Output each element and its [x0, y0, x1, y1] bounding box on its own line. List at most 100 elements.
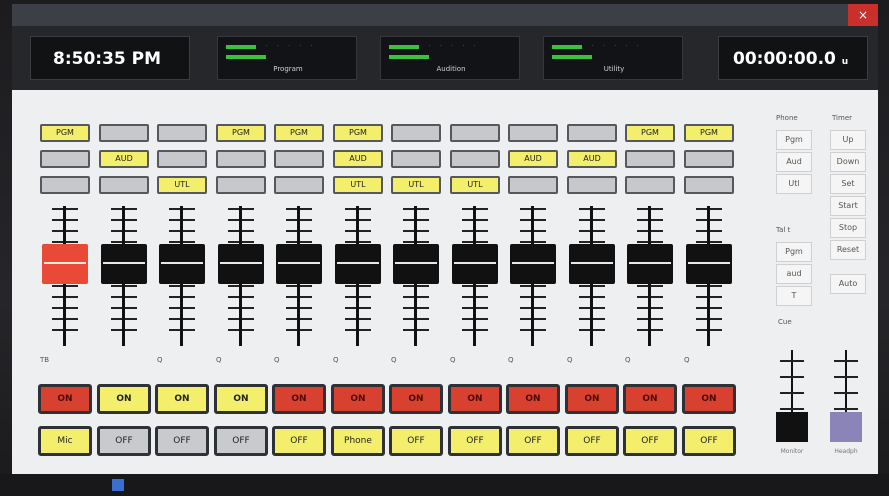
- assign-aud-button[interactable]: [684, 150, 734, 168]
- assign-pgm-button[interactable]: PGM: [40, 124, 90, 142]
- timer-set-button[interactable]: Set: [830, 174, 866, 194]
- timer-start-button[interactable]: Start: [830, 196, 866, 216]
- timer-down-button[interactable]: Down: [830, 152, 866, 172]
- fader-knob[interactable]: [452, 244, 498, 284]
- fader-knob[interactable]: [159, 244, 205, 284]
- assign-utl-button[interactable]: UTL: [157, 176, 207, 194]
- channel-on-button[interactable]: ON: [331, 384, 385, 414]
- assign-utl-button[interactable]: [216, 176, 266, 194]
- assign-pgm-button[interactable]: PGM: [274, 124, 324, 142]
- fader-knob[interactable]: [510, 244, 556, 284]
- fader-knob[interactable]: [776, 412, 808, 442]
- channel-on-button[interactable]: ON: [506, 384, 560, 414]
- fader-knob[interactable]: [218, 244, 264, 284]
- assign-aud-button[interactable]: [625, 150, 675, 168]
- close-icon[interactable]: ×: [848, 4, 878, 26]
- assign-aud-button[interactable]: AUD: [333, 150, 383, 168]
- channel-on-button[interactable]: ON: [155, 384, 209, 414]
- assign-utl-button[interactable]: UTL: [333, 176, 383, 194]
- fader-knob[interactable]: [686, 244, 732, 284]
- timer-reset-button[interactable]: Reset: [830, 240, 866, 260]
- assign-utl-button[interactable]: [625, 176, 675, 194]
- assign-utl-button[interactable]: [40, 176, 90, 194]
- assign-utl-button[interactable]: [567, 176, 617, 194]
- channel-strip: UTL Q ON OFF: [448, 90, 502, 474]
- assign-utl-button[interactable]: [684, 176, 734, 194]
- channel-off-button[interactable]: OFF: [155, 426, 209, 456]
- assign-aud-button[interactable]: [274, 150, 324, 168]
- assign-pgm-button[interactable]: [99, 124, 149, 142]
- assign-utl-button[interactable]: [99, 176, 149, 194]
- assign-aud-button[interactable]: [40, 150, 90, 168]
- channel-on-button[interactable]: ON: [623, 384, 677, 414]
- assign-pgm-button[interactable]: PGM: [684, 124, 734, 142]
- talkback-header: Tal t: [776, 226, 791, 234]
- channel-off-button[interactable]: OFF: [272, 426, 326, 456]
- fader-knob[interactable]: [276, 244, 322, 284]
- assign-pgm-button[interactable]: PGM: [216, 124, 266, 142]
- talkback-pgm-button[interactable]: Pgm: [776, 242, 812, 262]
- channel-on-button[interactable]: ON: [448, 384, 502, 414]
- channel-strip: AUD Q ON OFF: [506, 90, 560, 474]
- timer-up-button[interactable]: Up: [830, 130, 866, 150]
- channel-off-button[interactable]: OFF: [565, 426, 619, 456]
- channel-off-button[interactable]: OFF: [97, 426, 151, 456]
- assign-utl-button[interactable]: [508, 176, 558, 194]
- channel-on-button[interactable]: ON: [97, 384, 151, 414]
- phone-utl-button[interactable]: Utl: [776, 174, 812, 194]
- channel-off-button[interactable]: OFF: [623, 426, 677, 456]
- channel-on-button[interactable]: ON: [389, 384, 443, 414]
- channel-strip: PGM AUD UTL Q ON Phone: [331, 90, 385, 474]
- assign-pgm-button[interactable]: [508, 124, 558, 142]
- channel-off-button[interactable]: OFF: [506, 426, 560, 456]
- channel-on-button[interactable]: ON: [272, 384, 326, 414]
- assign-aud-button[interactable]: AUD: [567, 150, 617, 168]
- phone-aud-button[interactable]: Aud: [776, 152, 812, 172]
- assign-utl-button[interactable]: UTL: [391, 176, 441, 194]
- assign-aud-button[interactable]: [450, 150, 500, 168]
- assign-pgm-button[interactable]: PGM: [625, 124, 675, 142]
- headphone-fader[interactable]: Headph: [828, 350, 864, 460]
- auto-button[interactable]: Auto: [830, 274, 866, 294]
- assign-aud-button[interactable]: AUD: [508, 150, 558, 168]
- channel-off-button[interactable]: OFF: [682, 426, 736, 456]
- timer-stop-button[interactable]: Stop: [830, 218, 866, 238]
- assign-aud-button[interactable]: AUD: [99, 150, 149, 168]
- channel-on-button[interactable]: ON: [565, 384, 619, 414]
- fader-knob[interactable]: [335, 244, 381, 284]
- assign-aud-button[interactable]: [391, 150, 441, 168]
- channel-strip: PGM Q ON OFF: [682, 90, 736, 474]
- fader-knob[interactable]: [101, 244, 147, 284]
- talkback-aud-button[interactable]: aud: [776, 264, 812, 284]
- assign-pgm-button[interactable]: [450, 124, 500, 142]
- fader-knob[interactable]: [569, 244, 615, 284]
- assign-aud-button[interactable]: [157, 150, 207, 168]
- meter-bar-left: [552, 45, 582, 49]
- app-window: × 8:50:35 PM · · · · · Program · · · · ·…: [12, 4, 878, 474]
- fader-knob[interactable]: [393, 244, 439, 284]
- fader-knob[interactable]: [42, 244, 88, 284]
- fader-knob[interactable]: [627, 244, 673, 284]
- assign-pgm-button[interactable]: [567, 124, 617, 142]
- assign-pgm-button[interactable]: [157, 124, 207, 142]
- channel-on-button[interactable]: ON: [682, 384, 736, 414]
- assign-utl-button[interactable]: [274, 176, 324, 194]
- start-icon[interactable]: [112, 479, 124, 491]
- talkback-t-button[interactable]: T: [776, 286, 812, 306]
- fader-knob[interactable]: [830, 412, 862, 442]
- channel-off-button[interactable]: Phone: [331, 426, 385, 456]
- channel-name: Q: [625, 356, 631, 364]
- channel-off-button[interactable]: OFF: [389, 426, 443, 456]
- channel-off-button[interactable]: Mic: [38, 426, 92, 456]
- monitor-fader[interactable]: Monitor: [774, 350, 810, 460]
- channel-on-button[interactable]: ON: [38, 384, 92, 414]
- phone-pgm-button[interactable]: Pgm: [776, 130, 812, 150]
- fader-tick: [834, 376, 858, 378]
- channel-off-button[interactable]: OFF: [448, 426, 502, 456]
- assign-pgm-button[interactable]: [391, 124, 441, 142]
- assign-aud-button[interactable]: [216, 150, 266, 168]
- assign-pgm-button[interactable]: PGM: [333, 124, 383, 142]
- channel-off-button[interactable]: OFF: [214, 426, 268, 456]
- channel-on-button[interactable]: ON: [214, 384, 268, 414]
- assign-utl-button[interactable]: UTL: [450, 176, 500, 194]
